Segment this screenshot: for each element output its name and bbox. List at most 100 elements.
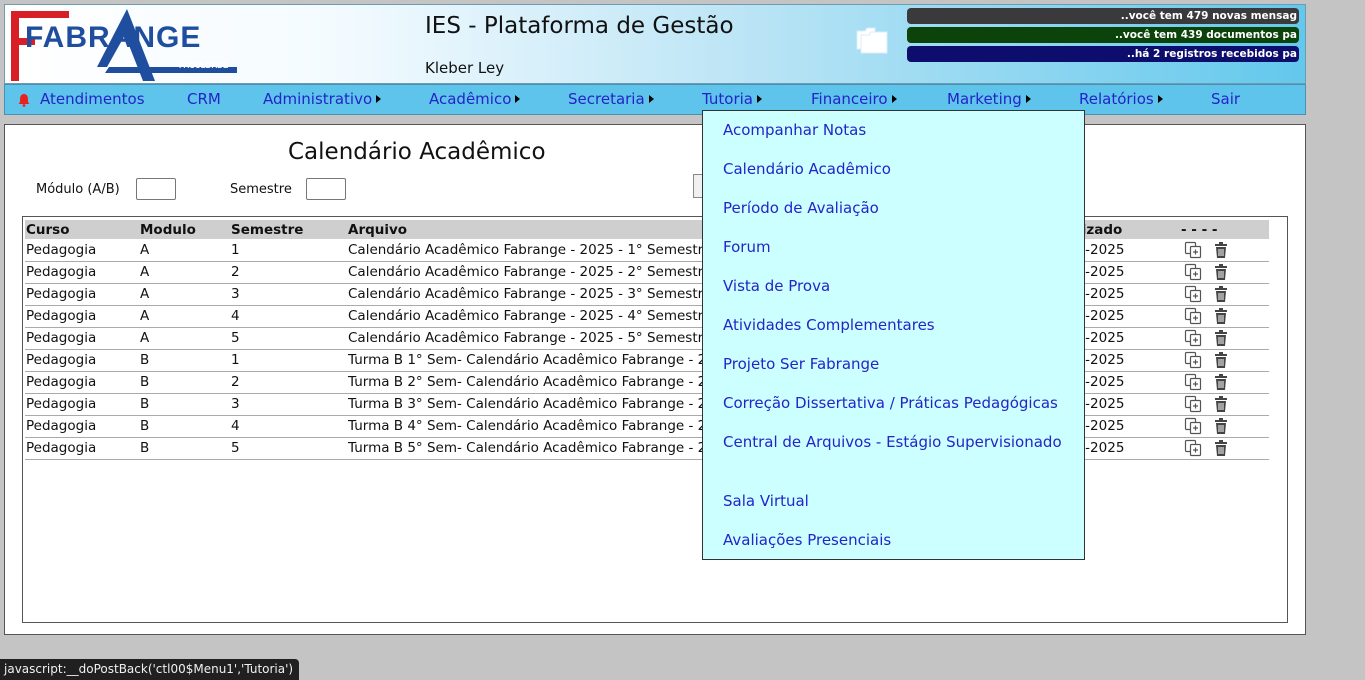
menu-label: Secretaria <box>568 90 645 108</box>
trash-icon[interactable] <box>1212 329 1230 347</box>
copy-icon[interactable] <box>1184 351 1202 369</box>
cell-semestre: 4 <box>230 305 347 328</box>
cell-semestre: 3 <box>230 393 347 416</box>
cell-actions <box>1180 371 1269 394</box>
header: FABRANGE FACULDADE IES - Plataforma de G… <box>4 4 1306 84</box>
cell-curso: Pedagogia <box>25 415 139 438</box>
cell-modulo: B <box>139 371 230 394</box>
fabrange-logo[interactable]: FABRANGE FACULDADE <box>9 5 239 83</box>
modulo-label: Módulo (A/B) <box>36 182 120 197</box>
dropdown-item-sala-virtual[interactable]: Sala Virtual <box>723 492 809 510</box>
trash-icon[interactable] <box>1212 395 1230 413</box>
browser-status-bar: javascript:__doPostBack('ctl00$Menu1','T… <box>0 659 300 680</box>
copy-icon[interactable] <box>1184 285 1202 303</box>
menu-label: Acadêmico <box>429 90 512 108</box>
cell-semestre: 2 <box>230 371 347 394</box>
cell-modulo: A <box>139 327 230 350</box>
dropdown-item-periodo-avaliacao[interactable]: Período de Avaliação <box>723 199 879 217</box>
header-curso[interactable]: Curso <box>25 220 139 239</box>
trash-icon[interactable] <box>1212 417 1230 435</box>
cell-curso: Pedagogia <box>25 393 139 416</box>
trash-icon[interactable] <box>1212 373 1230 391</box>
cell-modulo: B <box>139 349 230 372</box>
trash-icon[interactable] <box>1212 307 1230 325</box>
cell-modulo: B <box>139 393 230 416</box>
dropdown-item-avaliacoes-presenciais[interactable]: Avaliações Presenciais <box>723 531 891 549</box>
dropdown-item-forum[interactable]: Forum <box>723 238 771 256</box>
menu-atendimentos[interactable]: Atendimentos <box>40 85 145 114</box>
copy-icon[interactable] <box>1184 263 1202 281</box>
copy-icon[interactable] <box>1184 329 1202 347</box>
menu-administrativo[interactable]: Administrativo <box>263 85 382 114</box>
copy-icon[interactable] <box>1184 241 1202 259</box>
dropdown-item-calendario-academico[interactable]: Calendário Acadêmico <box>723 160 891 178</box>
menu-secretaria[interactable]: Secretaria <box>568 85 654 114</box>
copy-icon[interactable] <box>1184 439 1202 457</box>
cell-modulo: A <box>139 283 230 306</box>
dropdown-item-central-arquivos[interactable]: Central de Arquivos - Estágio Supervisio… <box>723 433 1062 451</box>
semestre-input[interactable] <box>306 178 346 200</box>
cell-semestre: 1 <box>230 239 347 262</box>
dropdown-item-vista-prova[interactable]: Vista de Prova <box>723 277 830 295</box>
notification-records[interactable]: ..há 2 registros recebidos pa <box>907 46 1299 62</box>
menu-label: Sair <box>1211 90 1241 108</box>
cell-curso: Pedagogia <box>25 327 139 350</box>
menu-sair[interactable]: Sair <box>1211 85 1240 114</box>
cell-semestre: 4 <box>230 415 347 438</box>
cell-curso: Pedagogia <box>25 437 139 460</box>
trash-icon[interactable] <box>1212 439 1230 457</box>
cell-actions <box>1180 327 1269 350</box>
dropdown-item-projeto-ser-fabrange[interactable]: Projeto Ser Fabrange <box>723 355 879 373</box>
cell-curso: Pedagogia <box>25 349 139 372</box>
arrow-right-icon <box>1157 95 1163 103</box>
copy-icon[interactable] <box>1184 307 1202 325</box>
copy-icon[interactable] <box>1184 373 1202 391</box>
cell-curso: Pedagogia <box>25 371 139 394</box>
logo-text: FABRANGE <box>25 21 201 54</box>
trash-icon[interactable] <box>1212 241 1230 259</box>
logo-subtext: FACULDADE <box>179 61 229 70</box>
trash-icon[interactable] <box>1212 285 1230 303</box>
page-title: Calendário Acadêmico <box>288 139 546 165</box>
header-semestre[interactable]: Semestre <box>230 220 347 239</box>
menu-academico[interactable]: Acadêmico <box>429 85 521 114</box>
header-actions: - - - - <box>1180 220 1269 239</box>
cell-semestre: 5 <box>230 437 347 460</box>
arrow-right-icon <box>1025 95 1031 103</box>
arrow-right-icon <box>756 95 762 103</box>
dropdown-item-acompanhar-notas[interactable]: Acompanhar Notas <box>723 121 866 139</box>
calendar-table-container: Curso Modulo Semestre Arquivo alizado - … <box>22 216 1288 623</box>
arrow-right-icon <box>376 95 382 103</box>
notification-messages[interactable]: ..você tem 479 novas mensag <box>907 8 1299 24</box>
main-menu: Atendimentos CRM Administrativo Acadêmic… <box>4 84 1306 115</box>
menu-label: Relatórios <box>1079 90 1154 108</box>
main-panel: Calendário Acadêmico Módulo (A/B) Semest… <box>4 124 1306 635</box>
cell-semestre: 5 <box>230 327 347 350</box>
bell-icon <box>18 94 30 107</box>
cell-actions <box>1180 239 1269 262</box>
dropdown-item-correcao-dissertativa[interactable]: Correção Dissertativa / Práticas Pedagóg… <box>723 394 1058 412</box>
copy-icon[interactable] <box>1184 395 1202 413</box>
cell-curso: Pedagogia <box>25 305 139 328</box>
cell-semestre: 1 <box>230 349 347 372</box>
header-modulo[interactable]: Modulo <box>139 220 230 239</box>
modulo-input[interactable] <box>136 178 176 200</box>
cell-curso: Pedagogia <box>25 239 139 262</box>
menu-crm[interactable]: CRM <box>187 85 221 114</box>
trash-icon[interactable] <box>1212 351 1230 369</box>
menu-relatorios[interactable]: Relatórios <box>1079 85 1163 114</box>
dropdown-item-atividades-complementares[interactable]: Atividades Complementares <box>723 316 935 334</box>
folder-icon[interactable] <box>855 25 889 55</box>
cell-actions <box>1180 393 1269 416</box>
cell-actions <box>1180 261 1269 284</box>
copy-icon[interactable] <box>1184 417 1202 435</box>
menu-label: Atendimentos <box>40 90 145 108</box>
menu-label: Marketing <box>947 90 1022 108</box>
notification-documents[interactable]: ..você tem 439 documentos pa <box>907 27 1299 43</box>
cell-modulo: A <box>139 305 230 328</box>
cell-semestre: 2 <box>230 261 347 284</box>
trash-icon[interactable] <box>1212 263 1230 281</box>
menu-label: Financeiro <box>811 90 888 108</box>
cell-curso: Pedagogia <box>25 261 139 284</box>
tutoria-dropdown-menu: Acompanhar Notas Calendário Acadêmico Pe… <box>702 110 1085 560</box>
